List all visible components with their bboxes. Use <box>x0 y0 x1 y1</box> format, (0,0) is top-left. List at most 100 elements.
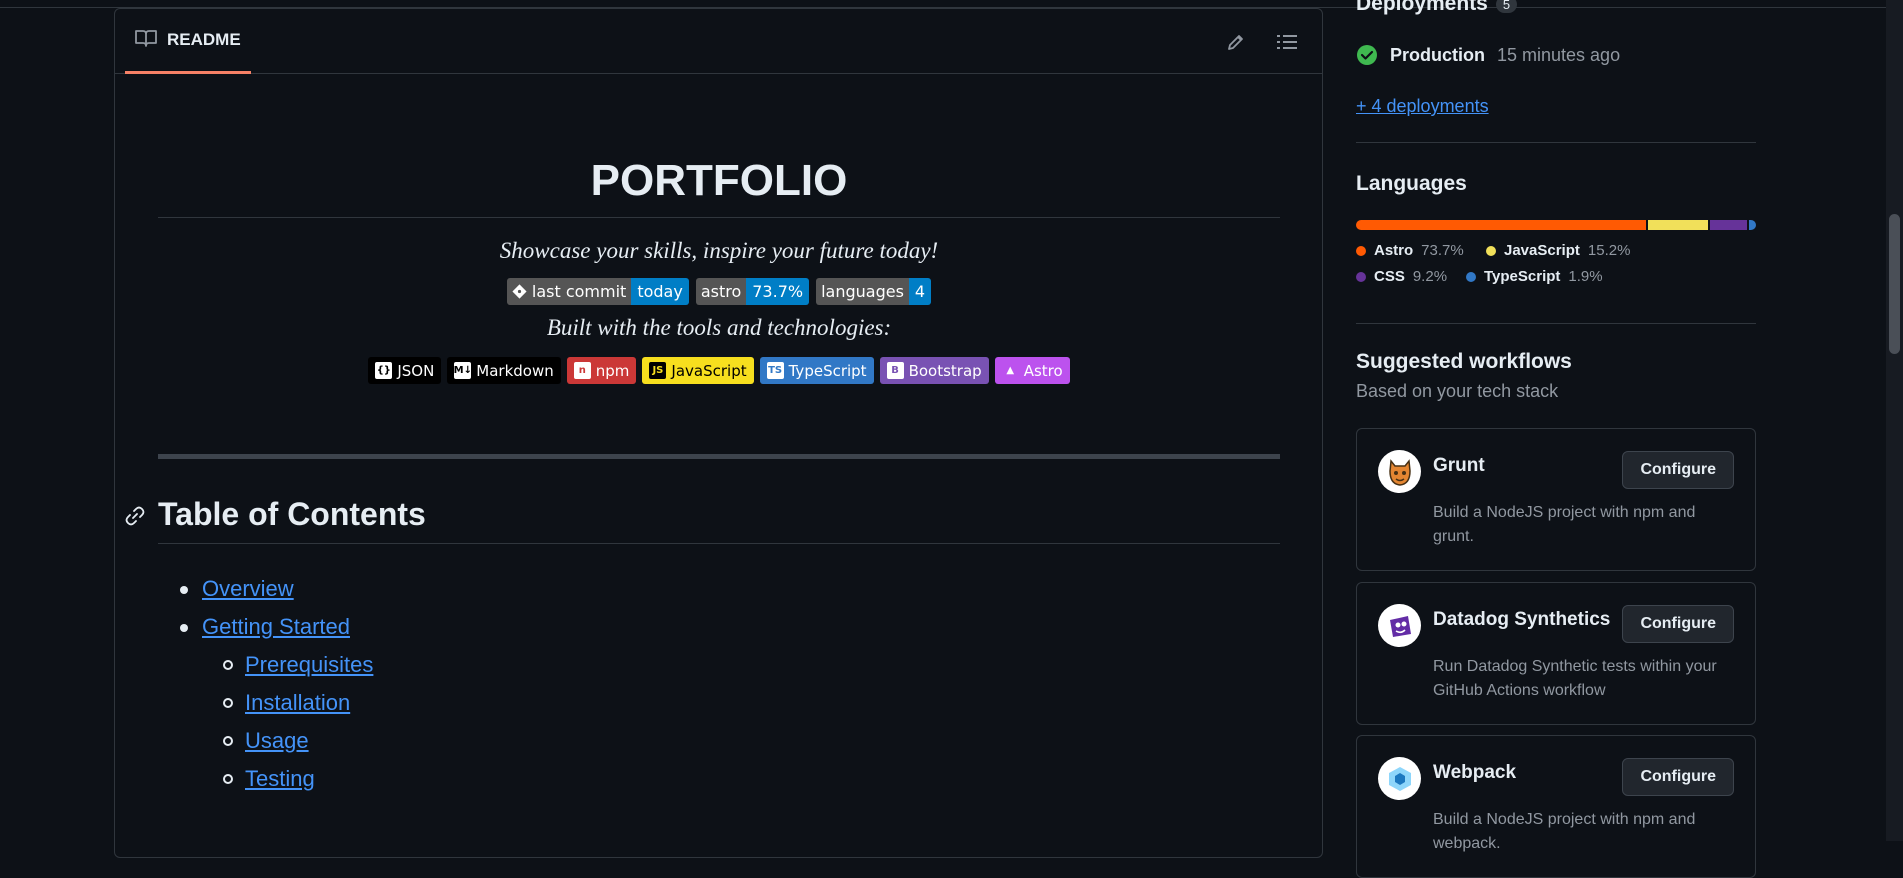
toc-heading: Table of Contents <box>158 496 1280 544</box>
markdown-icon: M↓ <box>454 362 472 379</box>
language-item[interactable]: TypeScript 1.9% <box>1466 268 1603 285</box>
git-commit-icon <box>512 284 527 299</box>
language-name: JavaScript <box>1504 242 1580 259</box>
badge-value: today <box>631 278 689 305</box>
toc-link[interactable]: Installation <box>245 690 350 716</box>
production-label: Production <box>1390 44 1485 65</box>
workflow-name: Grunt <box>1433 455 1485 476</box>
language-percent: 73.7% <box>1421 242 1464 259</box>
page-scrollbar[interactable] <box>1886 0 1903 841</box>
toc-link[interactable]: Testing <box>245 766 315 792</box>
astro-icon: ▲ <box>1001 362 1019 379</box>
tech-badge-label: npm <box>595 361 630 380</box>
scrollbar-thumb[interactable] <box>1889 214 1900 354</box>
configure-button[interactable]: Configure <box>1622 758 1734 796</box>
deployments-header: Deployments 5 <box>1356 0 1518 16</box>
language-percent: 1.9% <box>1568 268 1603 285</box>
language-percent: 15.2% <box>1587 242 1631 259</box>
workflow-description: Build a NodeJS project with npm and grun… <box>1433 504 1696 545</box>
production-deployment[interactable]: Production 15 minutes ago <box>1356 44 1620 66</box>
workflow-description: Run Datadog Synthetic tests within your … <box>1433 658 1717 699</box>
toc-section: Table of Contents Overview Getting Starte… <box>125 496 1280 798</box>
tech-badge-bootstrap[interactable]: B Bootstrap <box>879 357 989 384</box>
workflow-card-grunt: Grunt Configure Build a NodeJS project w… <box>1356 428 1756 571</box>
readme-title: PORTFOLIO <box>158 81 1280 218</box>
badge-label: astro <box>695 278 747 305</box>
sidebar-divider <box>1356 142 1756 143</box>
language-color-dot <box>1466 271 1476 282</box>
status-badges: last commit today astro 73.7% languages … <box>158 278 1280 305</box>
language-name: TypeScript <box>1484 268 1561 285</box>
grunt-logo-icon <box>1378 450 1421 493</box>
language-color-dot <box>1486 245 1496 256</box>
top-border <box>0 0 1903 8</box>
readme-tab[interactable]: README <box>125 9 251 74</box>
outline-list-icon[interactable] <box>1274 29 1300 55</box>
readme-tab-label: README <box>167 30 241 49</box>
bullet-icon <box>180 586 188 594</box>
tech-badge-label: TypeScript <box>788 361 867 380</box>
section-divider <box>158 454 1280 459</box>
tech-badge-label: JavaScript <box>671 361 747 380</box>
language-bar-segment[interactable] <box>1710 220 1747 230</box>
bullet-icon <box>180 624 188 632</box>
badge-label: last commit <box>531 282 627 301</box>
sidebar-divider <box>1356 323 1756 324</box>
more-deployments-link[interactable]: + 4 deployments <box>1356 96 1489 117</box>
badge-value: 73.7% <box>746 278 810 305</box>
link-anchor-icon[interactable] <box>125 506 145 531</box>
toc-link[interactable]: Usage <box>245 728 309 754</box>
language-name: CSS <box>1374 268 1405 285</box>
badge-value: 4 <box>908 278 932 305</box>
bullet-icon <box>223 774 233 784</box>
tech-badge-label: Astro <box>1023 361 1063 380</box>
toc-link[interactable]: Overview <box>202 576 294 602</box>
workflow-card-datadog: Datadog Synthetics Configure Run Datadog… <box>1356 582 1756 725</box>
language-bar-segment[interactable] <box>1748 220 1756 230</box>
deployments-count: 5 <box>1495 0 1518 13</box>
language-item[interactable]: Astro 73.7% <box>1356 242 1464 259</box>
toc-link[interactable]: Prerequisites <box>245 652 373 678</box>
tech-badge-json[interactable]: {} JSON <box>368 357 442 384</box>
readme-panel: README PORTFOLIO Showcase your skills, i… <box>114 8 1323 858</box>
toc-item: Getting Started <box>158 608 1280 646</box>
edit-pencil-icon[interactable] <box>1223 29 1249 55</box>
workflow-name: Webpack <box>1433 762 1517 783</box>
bootstrap-icon: B <box>886 362 904 379</box>
workflow-card-webpack: Webpack Configure Build a NodeJS project… <box>1356 735 1756 878</box>
workflows-subtitle: Based on your tech stack <box>1356 381 1559 401</box>
npm-icon: n <box>573 362 591 379</box>
built-with-text: Built with the tools and technologies: <box>546 315 892 340</box>
bullet-icon <box>223 660 233 670</box>
tech-badge-label: JSON <box>397 361 435 380</box>
toc-item: Overview <box>158 570 1280 608</box>
language-color-dot <box>1356 245 1366 256</box>
tech-badge-astro[interactable]: ▲ Astro <box>994 357 1070 384</box>
language-color-dot <box>1356 271 1366 282</box>
workflows-title: Suggested workflows <box>1356 350 1572 373</box>
astro-percent-badge[interactable]: astro 73.7% <box>695 278 810 305</box>
readme-header: README <box>115 9 1322 74</box>
workflow-description: Build a NodeJS project with npm and webp… <box>1433 811 1696 852</box>
toc-list: Overview Getting Started Prerequisites Inst… <box>158 570 1280 798</box>
toc-item: Usage <box>158 722 1280 760</box>
tech-badge-javascript[interactable]: JS JavaScript <box>642 357 754 384</box>
languages-count-badge[interactable]: languages 4 <box>816 278 932 305</box>
tech-badge-label: Markdown <box>476 361 554 380</box>
readme-content: PORTFOLIO Showcase your skills, inspire … <box>125 81 1280 798</box>
last-commit-badge[interactable]: last commit today <box>506 278 689 305</box>
bullet-icon <box>223 698 233 708</box>
language-bar-segment[interactable] <box>1356 220 1647 230</box>
toc-link[interactable]: Getting Started <box>202 614 350 640</box>
language-item[interactable]: CSS 9.2% <box>1356 268 1447 285</box>
tech-badge-typescript[interactable]: TS TypeScript <box>759 357 874 384</box>
language-item[interactable]: JavaScript 15.2% <box>1486 242 1630 259</box>
configure-button[interactable]: Configure <box>1622 451 1734 489</box>
tech-badge-npm[interactable]: n npm <box>566 357 637 384</box>
configure-button[interactable]: Configure <box>1622 605 1734 643</box>
json-icon: {} <box>375 362 393 379</box>
workflow-name: Datadog Synthetics <box>1433 609 1611 630</box>
language-bar-segment[interactable] <box>1648 220 1709 230</box>
deployments-title[interactable]: Deployments <box>1356 0 1488 16</box>
tech-badge-markdown[interactable]: M↓ Markdown <box>447 357 561 384</box>
